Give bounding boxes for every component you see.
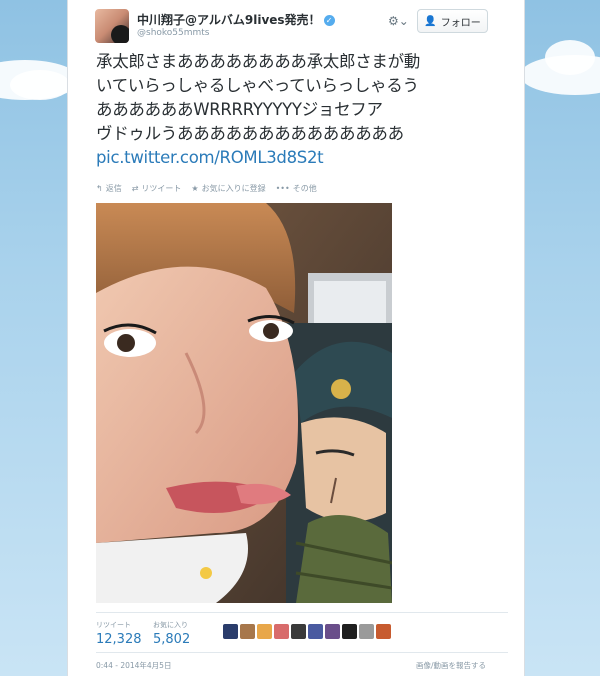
divider <box>96 612 508 613</box>
reply-action[interactable]: ↰ 返信 <box>96 183 122 194</box>
favoriter-avatars <box>223 624 391 639</box>
user-name[interactable]: 中川翔子@アルバム9lives発売！ ✓ <box>137 11 335 28</box>
avatar[interactable] <box>325 624 340 639</box>
follow-button-label: フォロー <box>440 17 481 29</box>
tweet-text-line: ああああああWRRRRYYYYYジョセフア <box>96 100 383 119</box>
reply-label: 返信 <box>105 184 122 193</box>
avatar[interactable] <box>274 624 289 639</box>
favorite-stat-label: お気に入り <box>153 621 188 629</box>
avatar[interactable] <box>223 624 238 639</box>
avatar[interactable] <box>359 624 374 639</box>
photo-illustration <box>96 203 392 603</box>
timestamp[interactable]: 0:44 - 2014年4月5日 <box>96 660 171 671</box>
tweet-text-line: ヴドゥルうああああああああああああああ <box>96 124 404 143</box>
retweet-stat[interactable]: リツイート 12,328 <box>96 620 142 647</box>
retweet-count: 12,328 <box>96 632 142 647</box>
tweet-card: 中川翔子@アルバム9lives発売！ ✓ @shoko55mmts ⚙⌄ 👤 フォ… <box>67 0 525 676</box>
user-name-text: 中川翔子@アルバム9lives発売！ <box>137 13 321 27</box>
avatar[interactable] <box>257 624 272 639</box>
more-label: その他 <box>292 184 317 193</box>
tweet-text: 承太郎さまああああああああ承太郎さまが動 いていらっしゃるしゃべっていらっしゃる… <box>96 50 508 170</box>
favorite-action[interactable]: ★ お気に入りに登録 <box>191 183 265 194</box>
divider <box>96 652 508 653</box>
gear-icon[interactable]: ⚙⌄ <box>388 14 409 28</box>
favorite-stat[interactable]: お気に入り 5,802 <box>153 620 190 647</box>
follow-button[interactable]: 👤 フォロー <box>417 9 488 33</box>
retweet-label: リツイート <box>141 184 182 193</box>
tweet-text-line: 承太郎さまああああああああ承太郎さまが動 <box>96 52 421 71</box>
avatar[interactable] <box>240 624 255 639</box>
tweet-text-line: いていらっしゃるしゃべっていらっしゃるう <box>96 76 419 95</box>
more-icon: ••• <box>275 184 290 193</box>
favorite-label: お気に入りに登録 <box>201 184 266 193</box>
retweet-stat-label: リツイート <box>96 621 131 629</box>
retweet-action[interactable]: ⇄ リツイート <box>132 183 182 194</box>
cloud <box>10 70 70 100</box>
report-media-link[interactable]: 画像/動画を報告する <box>416 660 486 671</box>
tweet-actions: ↰ 返信 ⇄ リツイート ★ お気に入りに登録 ••• その他 <box>96 183 317 194</box>
follow-person-icon: 👤 <box>424 15 437 27</box>
verified-icon: ✓ <box>323 15 335 26</box>
cloud <box>545 40 595 75</box>
user-handle[interactable]: @shoko55mmts <box>137 28 210 38</box>
avatar[interactable] <box>291 624 306 639</box>
avatar[interactable] <box>308 624 323 639</box>
tweet-photo[interactable] <box>96 203 392 603</box>
avatar[interactable] <box>376 624 391 639</box>
favorite-count: 5,802 <box>153 632 191 647</box>
reply-icon: ↰ <box>96 184 103 193</box>
more-action[interactable]: ••• その他 <box>276 183 317 194</box>
retweet-icon: ⇄ <box>131 184 139 193</box>
avatar[interactable] <box>95 9 129 43</box>
star-icon: ★ <box>191 184 199 193</box>
media-link[interactable]: pic.twitter.com/ROML3d8S2t <box>96 146 508 170</box>
avatar[interactable] <box>342 624 357 639</box>
